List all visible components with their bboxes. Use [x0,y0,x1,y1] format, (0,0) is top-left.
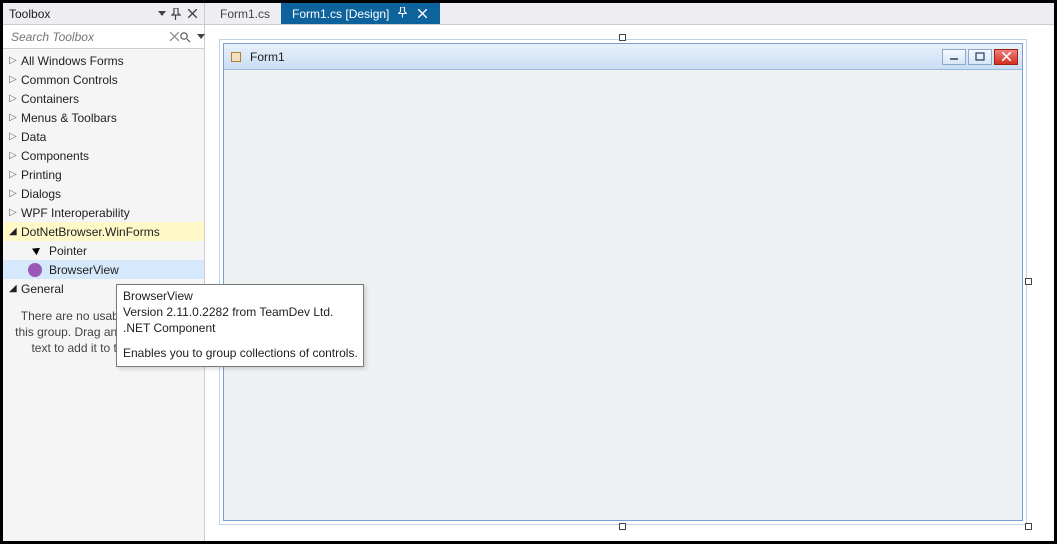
resize-handle[interactable] [1025,523,1032,530]
category-label: Containers [21,92,79,106]
toolbox-category[interactable]: ▷Dialogs [3,184,204,203]
panel-options-icon[interactable] [152,6,168,22]
toolbox-item-label: BrowserView [49,263,119,277]
toolbox-search-row [3,25,204,49]
close-button[interactable] [994,49,1018,65]
tab-form1-cs[interactable]: Form1.cs [209,3,281,24]
tooltip-line: Version 2.11.0.2282 from TeamDev Ltd. [123,304,357,320]
toolbox-category[interactable]: ▷Containers [3,89,204,108]
toolbox-category[interactable]: ▷Components [3,146,204,165]
tab-label: Form1.cs [Design] [292,7,389,21]
document-area: Form1.cs Form1.cs [Design] Fo [205,3,1054,541]
category-label: DotNetBrowser.WinForms [21,225,160,239]
category-label: Data [21,130,46,144]
category-label: Printing [21,168,62,182]
tab-close-icon[interactable] [415,7,429,21]
toolbox-category[interactable]: ▷All Windows Forms [3,51,204,70]
toolbox-category[interactable]: ▷WPF Interoperability [3,203,204,222]
winform-title: Form1 [250,50,940,64]
designer-surface[interactable]: Form1 [205,25,1054,541]
category-label: General [21,282,64,296]
toolbox-category[interactable]: ▷Printing [3,165,204,184]
toolbox-panel: Toolbox ▷All Windows Forms ▷Common Contr… [3,3,205,541]
winform-titlebar: Form1 [224,44,1022,70]
resize-handle[interactable] [619,523,626,530]
pin-icon[interactable] [168,6,184,22]
toolbox-category[interactable]: ▷Menus & Toolbars [3,108,204,127]
winform-preview[interactable]: Form1 [223,43,1023,521]
category-label: Menus & Toolbars [21,111,117,125]
document-tabstrip: Form1.cs Form1.cs [Design] [205,3,1054,25]
tab-form1-design[interactable]: Form1.cs [Design] [281,3,440,24]
toolbox-search-input[interactable] [9,29,170,45]
toolbox-category[interactable]: ▷Data [3,127,204,146]
category-label: All Windows Forms [21,54,124,68]
tooltip-line: BrowserView [123,288,357,304]
toolbox-item-label: Pointer [49,244,87,258]
tooltip-line: Enables you to group collections of cont… [123,345,357,361]
search-dropdown-icon[interactable] [193,29,205,45]
toolbox-category-dotnetbrowser[interactable]: ◢DotNetBrowser.WinForms [3,222,204,241]
close-icon[interactable] [184,6,200,22]
category-label: Dialogs [21,187,61,201]
tab-pin-icon[interactable] [395,7,409,21]
category-label: Components [21,149,89,163]
toolbox-header: Toolbox [3,3,204,25]
search-icon[interactable] [179,29,191,45]
toolbox-category[interactable]: ▷Common Controls [3,70,204,89]
maximize-button[interactable] [968,49,992,65]
component-icon [27,262,43,278]
resize-handle[interactable] [1025,278,1032,285]
tab-label: Form1.cs [220,7,270,21]
category-label: Common Controls [21,73,118,87]
resize-handle[interactable] [619,34,626,41]
form-icon [228,49,244,65]
pointer-icon [27,243,43,259]
toolbox-item-browserview[interactable]: BrowserView [3,260,204,279]
search-clear-icon[interactable] [170,29,179,45]
tooltip-browserview: BrowserView Version 2.11.0.2282 from Tea… [116,284,364,367]
tooltip-line: .NET Component [123,320,357,336]
category-label: WPF Interoperability [21,206,130,220]
toolbox-title: Toolbox [9,7,50,21]
toolbox-item-pointer[interactable]: Pointer [3,241,204,260]
minimize-button[interactable] [942,49,966,65]
